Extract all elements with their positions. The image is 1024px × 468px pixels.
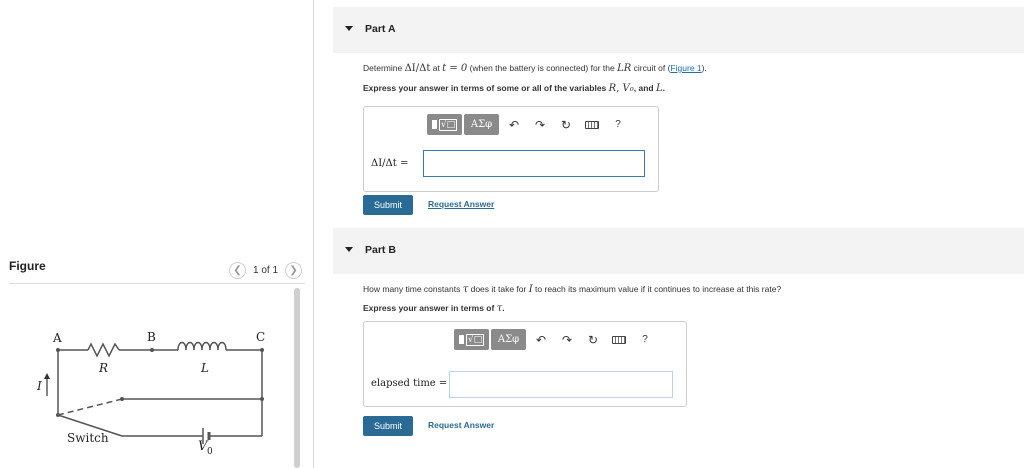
label-v0-sub: 0: [207, 447, 213, 457]
inductor-symbol: [177, 341, 227, 351]
figure-pager: ❮ 1 of 1 ❯: [229, 260, 303, 280]
part-b-answer-label: elapsed time =: [371, 378, 448, 389]
redo-icon[interactable]: ↷: [527, 114, 553, 135]
label-r: R: [98, 361, 108, 375]
part-b-answer-box: √□ ΑΣφ ↶ ↷ ↻ ? elapsed time =: [363, 321, 687, 407]
part-a-title: Part A: [365, 23, 396, 35]
figure-divider: [9, 283, 305, 284]
help-icon[interactable]: ?: [632, 329, 658, 350]
part-b-answer-input[interactable]: [449, 371, 673, 398]
label-switch: Switch: [67, 431, 109, 445]
label-c: C: [256, 330, 265, 344]
part-a-answer-input[interactable]: [423, 150, 645, 177]
keyboard-icon[interactable]: [579, 114, 605, 135]
part-a-header[interactable]: Part A: [333, 7, 1024, 53]
part-a-question: Determine ΔI/Δt at t = 0 (when the batte…: [363, 63, 707, 74]
figure-title: Figure: [9, 259, 46, 273]
label-i: I: [36, 379, 42, 393]
part-a-instruction: Express your answer in terms of some or …: [363, 83, 665, 94]
figure-scrollbar[interactable]: [294, 288, 300, 468]
lr-circuit-diagram: A B C R L I Switch V 0: [36, 330, 265, 457]
part-a-answer-box: √□ ΑΣφ ↶ ↷ ↻ ? ΔI/Δt =: [363, 106, 659, 192]
figure-count: 1 of 1: [253, 264, 279, 276]
template-icon[interactable]: √□: [427, 114, 462, 135]
caret-down-icon: [345, 26, 353, 31]
reset-icon[interactable]: ↻: [553, 114, 579, 135]
part-b-math-toolbar: √□ ΑΣφ ↶ ↷ ↻ ?: [454, 329, 658, 350]
part-a-answer-label: ΔI/Δt =: [371, 158, 409, 169]
undo-icon[interactable]: ↶: [501, 114, 527, 135]
reset-icon[interactable]: ↻: [580, 329, 606, 350]
part-b-instruction: Express your answer in terms of τ.: [363, 303, 505, 314]
keyboard-icon[interactable]: [606, 329, 632, 350]
redo-icon[interactable]: ↷: [554, 329, 580, 350]
part-a-submit-button[interactable]: Submit: [363, 195, 413, 215]
help-icon[interactable]: ?: [605, 114, 631, 135]
resistor-symbol: [87, 342, 120, 358]
part-a-math-toolbar: √□ ΑΣφ ↶ ↷ ↻ ?: [427, 114, 631, 135]
part-b-header[interactable]: Part B: [333, 228, 1024, 274]
template-icon[interactable]: √□: [454, 329, 489, 350]
part-b-title: Part B: [365, 244, 396, 256]
label-a: A: [52, 331, 62, 345]
greek-icon[interactable]: ΑΣφ: [464, 114, 499, 135]
caret-down-icon: [345, 247, 353, 252]
chevron-right-icon[interactable]: ❯: [285, 261, 303, 279]
undo-icon[interactable]: ↶: [528, 329, 554, 350]
panel-divider: [313, 0, 314, 468]
part-b-request-answer-link[interactable]: Request Answer: [428, 420, 494, 430]
switch-dashed-blade: [57, 398, 123, 416]
figure-panel: Figure ❮ 1 of 1 ❯ A B C R L I Switch V 0: [0, 0, 313, 468]
greek-icon[interactable]: ΑΣφ: [491, 329, 526, 350]
chevron-left-icon[interactable]: ❮: [229, 261, 246, 279]
figure-1-link[interactable]: Figure 1: [670, 63, 701, 73]
label-l: L: [200, 361, 209, 375]
part-b-question: How many time constants τ does it take f…: [363, 284, 782, 295]
part-b-submit-button[interactable]: Submit: [363, 416, 413, 436]
label-b: B: [147, 330, 156, 344]
part-a-request-answer-link[interactable]: Request Answer: [428, 199, 494, 209]
